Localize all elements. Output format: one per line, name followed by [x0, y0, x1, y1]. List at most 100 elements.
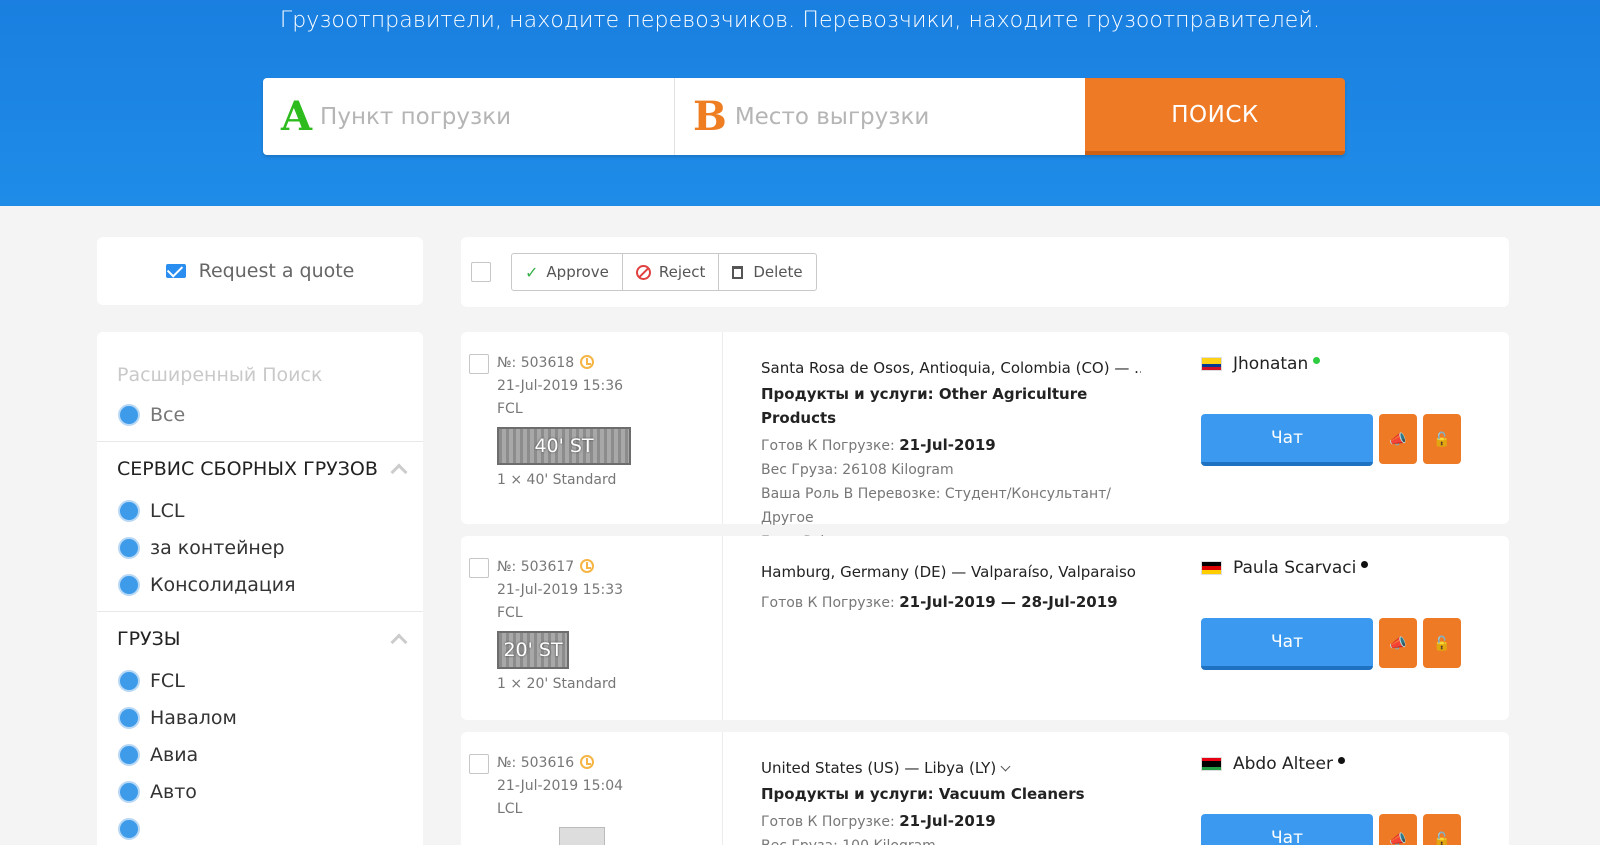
megaphone-button[interactable]: 📣: [1379, 414, 1417, 464]
container-icon: 40' ST: [497, 427, 631, 465]
listing-contact: Abdo Alteer Чат 📣 🔓: [1201, 754, 1501, 845]
divider: [97, 441, 423, 442]
listing-role: Ваша Роль В Перевозке: Студент/Консульта…: [761, 486, 1112, 526]
chevron-up-icon[interactable]: [390, 463, 408, 481]
megaphone-icon: 📣: [1389, 430, 1407, 447]
user-name[interactable]: Paula Scarvaci: [1233, 558, 1356, 578]
delete-label: Delete: [753, 263, 803, 281]
listing-checkbox[interactable]: [469, 354, 489, 374]
filter-option-all[interactable]: Все: [97, 396, 423, 433]
listing-meta-column: №: 503616 21-Jul-2019 15:04 LCL: [461, 732, 723, 845]
flag-colombia-icon: [1201, 357, 1222, 371]
unlock-button[interactable]: 🔓: [1423, 814, 1461, 845]
chat-button[interactable]: Чат: [1201, 814, 1373, 845]
listing-meta-column: №: 503617 21-Jul-2019 15:33 FCL 20' ST 1…: [461, 536, 723, 720]
radio-icon: [118, 669, 140, 692]
radio-icon: [118, 499, 140, 522]
filter-option-label: Навалом: [150, 706, 237, 729]
listing-weight: Вес Груза: 100 Kilogram: [761, 834, 1141, 845]
listing-actions: Чат 📣 🔓: [1201, 414, 1501, 466]
filter-option-per-container[interactable]: за контейнер: [97, 529, 423, 566]
filter-option-consolidation[interactable]: Консолидация: [97, 566, 423, 603]
request-quote-button[interactable]: Request a quote: [97, 237, 423, 305]
ready-label: Готов К Погрузке:: [761, 438, 895, 454]
origin-input[interactable]: [320, 103, 651, 130]
container-description: 1 × 40' Standard: [497, 472, 617, 488]
filter-option-air[interactable]: Авиа: [97, 736, 423, 773]
listing-date: 21-Jul-2019 15:36: [497, 378, 624, 394]
listing-details: Santa Rosa de Osos, Antioquia, Colombia …: [761, 356, 1141, 554]
clock-icon: [580, 559, 595, 573]
chevron-down-icon[interactable]: [1000, 761, 1011, 772]
unlock-button[interactable]: 🔓: [1423, 414, 1461, 464]
listing-route[interactable]: Santa Rosa de Osos, Antioquia, Colombia …: [761, 356, 1141, 380]
select-all-checkbox[interactable]: [471, 262, 491, 282]
listing-checkbox[interactable]: [469, 754, 489, 774]
advanced-filter-panel: Расширенный Поиск Все СЕРВИС СБОРНЫХ ГРУ…: [97, 332, 423, 845]
listing-number: №: 503617: [497, 559, 575, 575]
listing-load-type: FCL: [497, 401, 523, 417]
listing-goods: Продукты и услуги: Vacuum Cleaners: [761, 785, 1085, 803]
destination-input[interactable]: [734, 103, 1065, 130]
flag-libya-icon: [1201, 757, 1222, 771]
flag-germany-icon: [1201, 561, 1222, 575]
chat-button[interactable]: Чат: [1201, 414, 1373, 466]
approve-button[interactable]: ✓ Approve: [512, 254, 623, 290]
radio-icon: [118, 780, 140, 803]
listing-meta: №: 503616 21-Jul-2019 15:04 LCL: [497, 752, 623, 845]
check-icon: ✓: [525, 262, 539, 282]
lcl-box-icon: [559, 827, 605, 845]
listing-goods: Продукты и услуги: Other Agriculture Pro…: [761, 385, 1088, 427]
megaphone-icon: 📣: [1389, 634, 1407, 651]
filter-option-bulk[interactable]: Навалом: [97, 699, 423, 736]
radio-icon: [118, 743, 140, 766]
filter-option-fcl[interactable]: FCL: [97, 662, 423, 699]
user-name[interactable]: Abdo Alteer: [1233, 754, 1333, 774]
filter-option-more[interactable]: [97, 810, 423, 845]
listing-number: №: 503616: [497, 755, 575, 771]
unlock-icon: 🔓: [1433, 634, 1451, 651]
reject-button[interactable]: Reject: [623, 254, 720, 290]
origin-field-wrapper: A: [263, 78, 675, 155]
unlock-button[interactable]: 🔓: [1423, 618, 1461, 668]
listing-number: №: 503618: [497, 355, 575, 371]
hero-title: Грузоотправители, находите перевозчиков.…: [279, 8, 1321, 33]
route-text: United States (US) — Libya (LY): [761, 759, 997, 777]
listing-route[interactable]: United States (US) — Libya (LY): [761, 756, 1141, 780]
user-name[interactable]: Jhonatan: [1233, 354, 1308, 374]
listing-meta: №: 503617 21-Jul-2019 15:33 FCL 20' ST 1…: [497, 556, 623, 696]
filter-option-label: LCL: [150, 499, 185, 522]
ban-icon: [635, 264, 651, 280]
divider: [97, 611, 423, 612]
user-info: Jhonatan: [1201, 354, 1501, 374]
ready-value: 21-Jul-2019 — 28-Jul-2019: [899, 593, 1118, 611]
chevron-up-icon[interactable]: [390, 633, 408, 651]
listing-actions: Чат 📣 🔓: [1201, 618, 1501, 670]
megaphone-button[interactable]: 📣: [1379, 618, 1417, 668]
search-button[interactable]: ПОИСК: [1085, 78, 1345, 155]
filter-option-lcl[interactable]: LCL: [97, 492, 423, 529]
online-status-icon: [1313, 356, 1321, 364]
filter-option-label: Авто: [150, 780, 197, 803]
destination-marker-icon: B: [693, 93, 727, 140]
megaphone-icon: 📣: [1389, 830, 1407, 845]
delete-button[interactable]: Delete: [719, 254, 815, 290]
listing-contact: Paula Scarvaci Чат 📣 🔓: [1201, 558, 1501, 670]
listing-weight: Вес Груза: 26108 Kilogram: [761, 462, 954, 478]
listing-card: №: 503617 21-Jul-2019 15:33 FCL 20' ST 1…: [461, 536, 1509, 720]
user-info: Abdo Alteer: [1201, 754, 1501, 774]
listing-route[interactable]: Hamburg, Germany (DE) — Valparaíso, Valp…: [761, 560, 1141, 584]
listing-load-type: LCL: [497, 801, 523, 817]
listing-checkbox[interactable]: [469, 558, 489, 578]
filter-option-truck[interactable]: Авто: [97, 773, 423, 810]
section-cargo-header[interactable]: ГРУЗЫ: [97, 618, 423, 658]
route-search-form: A B ПОИСК: [263, 78, 1345, 155]
filter-option-label: FCL: [150, 669, 185, 692]
envelope-icon: [165, 264, 186, 278]
listing-card: №: 503618 21-Jul-2019 15:36 FCL 40' ST 1…: [461, 332, 1509, 550]
filter-option-label: за контейнер: [150, 536, 285, 559]
chat-button[interactable]: Чат: [1201, 618, 1373, 670]
megaphone-button[interactable]: 📣: [1379, 814, 1417, 845]
filter-option-label: Все: [150, 403, 186, 426]
section-consolidation-header[interactable]: СЕРВИС СБОРНЫХ ГРУЗОВ: [97, 448, 423, 488]
